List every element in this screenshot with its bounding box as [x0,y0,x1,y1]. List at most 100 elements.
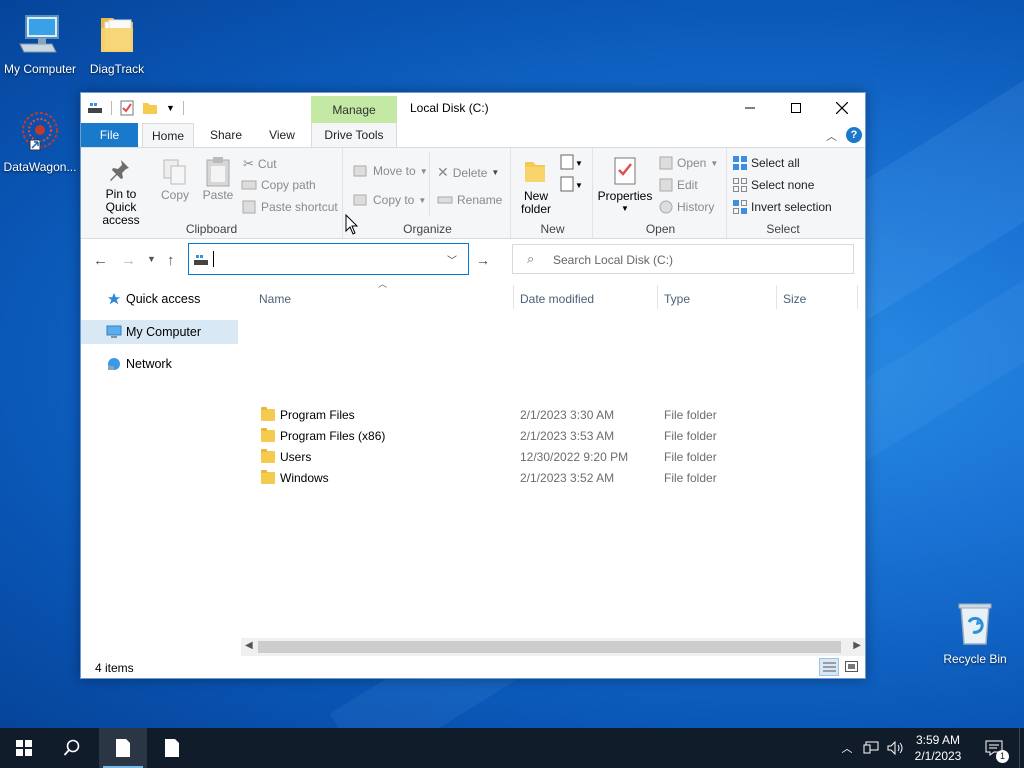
select-all-button[interactable]: Select all [733,156,800,170]
column-divider[interactable] [513,285,514,309]
new-folder-label: New folder [520,189,552,216]
nav-item-network[interactable]: Network [81,352,238,376]
forward-arrow-icon[interactable]: → [121,252,136,269]
recent-locations-chevron-icon[interactable]: ▼ [147,254,156,264]
address-dropdown-chevron-icon[interactable]: ﹀ [447,252,457,267]
copy-to-button[interactable]: Copy to ▼ [353,193,426,207]
search-button[interactable] [48,728,96,768]
properties-icon[interactable] [120,100,134,116]
up-arrow-icon[interactable]: ↑ [167,252,175,269]
tab-share[interactable]: Share [203,123,249,147]
taskbar-app-explorer[interactable] [99,728,147,768]
tab-file[interactable]: File [81,123,138,147]
close-button[interactable] [819,93,865,123]
column-header-name[interactable]: Name [259,287,291,311]
chevron-down-icon[interactable]: ▼ [166,103,175,113]
table-row[interactable]: Users 12/30/2022 9:20 PM File folder [241,447,865,468]
rename-button[interactable]: Rename [437,193,502,207]
new-folder-icon[interactable] [142,101,158,115]
paste-shortcut-button[interactable]: Paste shortcut [241,200,338,214]
volume-tray-icon[interactable] [884,728,906,768]
column-header-type[interactable]: Type [664,287,690,311]
paste-button[interactable]: Paste [200,152,236,208]
minimize-button[interactable] [727,93,773,123]
edit-label: Edit [677,178,698,192]
show-desktop-button[interactable] [1019,728,1024,768]
details-view-button[interactable] [819,658,839,676]
search-box[interactable]: ⌕ Search Local Disk (C:) [512,244,854,274]
desktop-icon-my-computer[interactable]: My Computer [0,10,80,76]
large-icons-view-button[interactable] [842,658,862,676]
copy-label: Copy [160,188,189,202]
easy-access-button[interactable]: ▼ [559,176,583,195]
move-to-button[interactable]: Move to ▼ [353,164,428,178]
go-arrow-icon[interactable]: → [476,252,490,268]
new-folder-button[interactable]: New folder [517,152,553,216]
file-type: File folder [664,450,717,464]
column-divider[interactable] [776,285,777,309]
desktop-icon-label: Recycle Bin [943,652,1007,666]
properties-label: Properties [597,189,653,203]
show-hidden-icons-chevron-icon[interactable]: ︿ [838,728,856,768]
delete-icon: ✕ [437,164,449,180]
table-row[interactable]: Program Files 2/1/2023 3:30 AM File fold… [241,405,865,426]
file-name: Users [280,450,312,464]
new-item-button[interactable]: ▼ [559,154,583,173]
properties-button[interactable]: Properties ▼ [597,152,653,216]
collapse-ribbon-icon[interactable]: ︿ [826,128,837,144]
address-bar[interactable]: ﹀ [188,243,469,275]
network-icon [863,741,879,754]
nav-item-my-computer[interactable]: My Computer [81,320,238,344]
select-none-label: Select none [751,178,815,192]
pin-quick-access-button[interactable]: Pin to Quick access [89,152,151,227]
horizontal-scrollbar[interactable]: ◀ ▶ [241,638,865,656]
select-all-label: Select all [751,156,800,170]
invert-selection-button[interactable]: Invert selection [733,200,832,214]
nav-item-quick-access[interactable]: Quick access [81,287,238,311]
scroll-right-icon[interactable]: ▶ [853,640,861,651]
column-header-size[interactable]: Size [783,287,806,311]
back-arrow-icon[interactable]: ← [93,252,108,269]
network-tray-icon[interactable] [860,728,882,768]
edit-button[interactable]: Edit [659,178,698,192]
file-name: Program Files (x86) [280,429,386,443]
taskbar-app-document[interactable] [148,728,196,768]
drive-icon[interactable] [87,101,103,115]
tab-view[interactable]: View [259,123,305,147]
status-bar: 4 items [81,656,865,678]
desktop-icon-diagtrack[interactable]: DiagTrack [77,10,157,76]
delete-button[interactable]: ✕ Delete ▼ [437,164,499,181]
column-divider[interactable] [857,285,858,309]
scrollbar-thumb[interactable] [258,641,841,653]
notifications-button[interactable]: 1 [980,728,1009,768]
copy-button[interactable]: Copy [158,152,192,208]
scroll-left-icon[interactable]: ◀ [245,640,253,651]
cut-button[interactable]: ✂ Cut [243,156,277,172]
desktop-icon-datawagon[interactable]: DataWagon... [0,108,80,174]
history-label: History [677,200,715,214]
maximize-button[interactable] [773,93,819,123]
history-button[interactable]: History [659,200,714,214]
network-icon [108,358,120,370]
tab-home[interactable]: Home [142,123,194,148]
new-group-label: New [540,222,565,236]
open-button[interactable]: Open ▼ [659,156,718,170]
invert-selection-icon [733,200,747,214]
copy-path-label: Copy path [261,178,316,192]
column-header-date-modified[interactable]: Date modified [520,287,594,311]
table-row[interactable]: Windows 2/1/2023 3:52 AM File folder [241,468,865,489]
copy-path-button[interactable]: Copy path [241,178,316,192]
title-bar[interactable]: ▼ Manage Local Disk (C:) [81,93,865,124]
table-row[interactable]: Program Files (x86) 2/1/2023 3:53 AM Fil… [241,426,865,447]
paste-shortcut-label: Paste shortcut [261,200,338,214]
column-divider[interactable] [657,285,658,309]
start-button[interactable] [0,728,48,768]
select-none-button[interactable]: Select none [733,178,814,192]
clock-date: 2/1/2023 [914,749,962,763]
tab-drive-tools[interactable]: Drive Tools [311,123,397,147]
file-type: File folder [664,429,717,443]
manage-context-tab[interactable]: Manage [311,96,397,124]
clock[interactable]: 3:59 AM 2/1/2023 [904,732,972,764]
desktop-icon-recycle-bin[interactable]: Recycle Bin [935,600,1015,666]
help-icon[interactable]: ? [846,127,862,143]
